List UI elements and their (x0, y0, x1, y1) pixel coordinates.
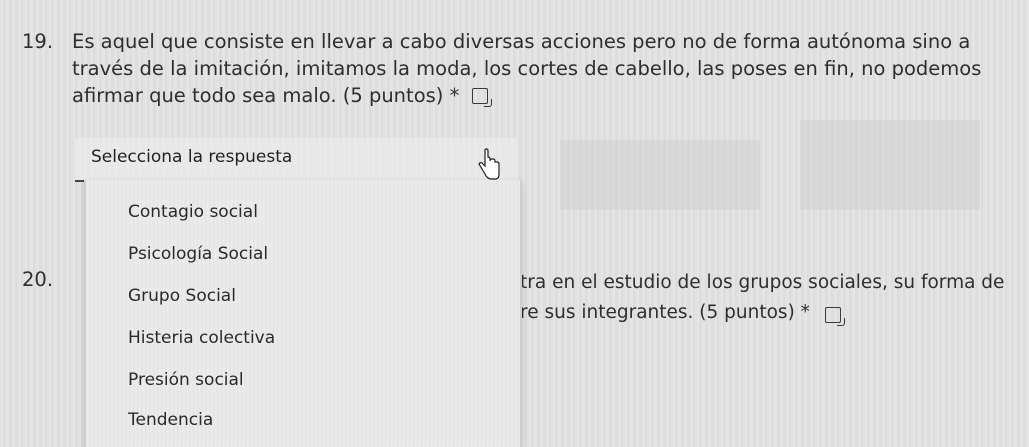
dropdown-option[interactable]: Tendencia (128, 410, 213, 430)
question-text-block: Es aquel que consiste en llevar a cabo d… (72, 28, 1022, 109)
question-20-text-line1: tra en el estudio de los grupos sociales… (520, 272, 1005, 293)
immersive-reader-icon[interactable] (471, 88, 492, 107)
background-shape (800, 120, 980, 210)
hand-cursor-icon (478, 148, 500, 180)
dropdown-option[interactable]: Histeria colectiva (128, 328, 275, 348)
question-20-text-line2: re sus integrantes. (5 puntos) * (520, 302, 810, 323)
background-shape (560, 140, 760, 210)
question-number: 19. (22, 30, 54, 53)
question-number: 20. (22, 268, 54, 291)
question-19: 19. Es aquel que consiste en llevar a ca… (22, 28, 1022, 107)
answer-select[interactable]: Selecciona la respuesta (75, 138, 517, 182)
dropdown-option[interactable]: Grupo Social (128, 286, 236, 306)
immersive-reader-icon[interactable] (825, 307, 845, 326)
dropdown-option[interactable]: Psicología Social (128, 244, 268, 264)
dropdown-option[interactable]: Contagio social (128, 202, 258, 222)
dropdown-list: Contagio social Psicología Social Grupo … (84, 180, 522, 447)
question-text: Es aquel que consiste en llevar a cabo d… (72, 30, 982, 107)
select-placeholder: Selecciona la respuesta (91, 147, 293, 167)
dropdown-option[interactable]: Presión social (128, 370, 244, 390)
